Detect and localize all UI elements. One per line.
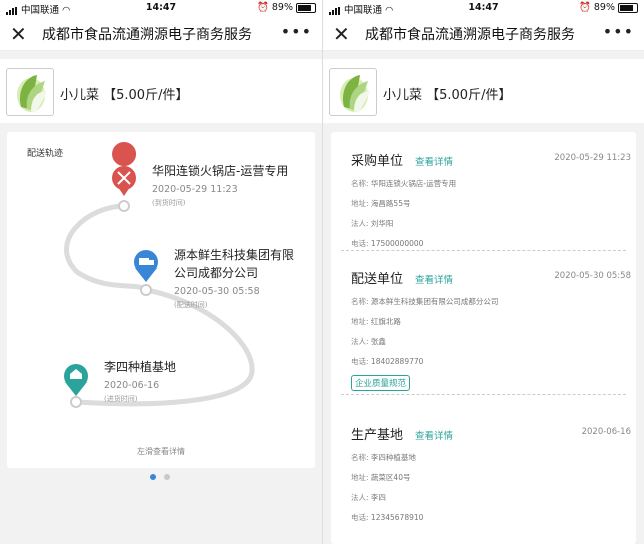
- detail-row: 法人: 张鑫: [351, 337, 386, 346]
- detail-row: 名称: 华阳连锁火锅店-运营专用: [351, 179, 457, 188]
- detail-row: 电话: 17500000000: [351, 239, 424, 248]
- section-date: 2020-05-30 05:58: [554, 271, 631, 281]
- stop-date: 2020-05-30 05:58: [174, 286, 260, 297]
- alarm-icon: ⏰: [257, 2, 269, 13]
- swipe-hint: 左滑查看详情: [137, 447, 185, 456]
- page-dot[interactable]: [164, 474, 170, 480]
- detail-row: 地址: 海昌路55号: [351, 199, 411, 208]
- product-header: 小儿菜 【5.00斤/件】: [0, 59, 322, 123]
- divider: [341, 394, 626, 395]
- detail-row: 电话: 12345678910: [351, 513, 424, 522]
- truck-icon: [134, 250, 158, 282]
- stop-dot: [118, 200, 130, 212]
- close-icon[interactable]: ✕: [333, 22, 350, 46]
- detail-row: 地址: 蔬菜区40号: [351, 473, 411, 482]
- cabbage-icon: [340, 75, 370, 113]
- view-details-link[interactable]: 查看详情: [415, 428, 453, 442]
- detail-row: 电话: 18402889770: [351, 357, 424, 366]
- detail-section-distributor: 配送单位 查看详情 2020-05-30 05:58 名称: 源本鲜生科技集团有限…: [351, 268, 631, 391]
- quality-standard-button[interactable]: 企业质量规范: [351, 375, 411, 391]
- home-icon: [64, 364, 88, 396]
- more-icon[interactable]: •••: [603, 22, 634, 41]
- more-icon[interactable]: •••: [281, 22, 312, 41]
- view-details-link[interactable]: 查看详情: [415, 272, 453, 286]
- stop-note: (到货时间): [152, 199, 186, 207]
- view-details-link[interactable]: 查看详情: [415, 154, 453, 168]
- stop-note: (配送时间): [174, 301, 208, 309]
- nav-bar: ✕ 成都市食品流通溯源电子商务服务 •••: [323, 16, 644, 51]
- stop-1: 华阳连锁火锅店-运营专用 2020-05-29 11:23 (到货时间): [152, 162, 302, 208]
- detail-row: 地址: 红旗北路: [351, 317, 401, 326]
- product-header: 小儿菜 【5.00斤/件】: [323, 59, 644, 123]
- cabbage-icon: [17, 75, 47, 113]
- battery-group: ⏰ 89%: [579, 2, 638, 13]
- battery-icon: [296, 2, 316, 13]
- battery-icon: [618, 2, 638, 13]
- page-indicator[interactable]: [150, 474, 170, 480]
- product-image: [329, 68, 377, 116]
- page-title: 成都市食品流通溯源电子商务服务: [365, 27, 575, 43]
- battery-percent: 89%: [593, 2, 615, 13]
- status-bar: 中国联通 ◠ 14:47 ⏰ 89%: [0, 0, 322, 16]
- stop-name: 李四种植基地: [104, 360, 177, 374]
- detail-row: 名称: 源本鲜生科技集团有限公司成都分公司: [351, 297, 499, 306]
- stop-2: 源本鲜生科技集团有限公司成都分公司 2020-05-30 05:58 (配送时间…: [174, 246, 304, 310]
- page-title: 成都市食品流通溯源电子商务服务: [42, 27, 252, 43]
- detail-section-farm: 生产基地 查看详情 2020-06-16 名称: 李四种植基地 地址: 蔬菜区40…: [351, 424, 631, 523]
- page-dot-active[interactable]: [150, 474, 156, 480]
- section-title: 配送单位: [351, 272, 404, 287]
- stop-dot: [140, 284, 152, 296]
- detail-row: 法人: 刘华阳: [351, 219, 394, 228]
- divider: [341, 250, 626, 251]
- battery-group: ⏰ 89%: [257, 2, 316, 13]
- section-title: 生产基地: [351, 428, 404, 443]
- detail-section-purchaser: 采购单位 查看详情 2020-05-29 11:23 名称: 华阳连锁火锅店-运营…: [351, 150, 631, 249]
- battery-percent: 89%: [271, 2, 293, 13]
- product-name: 小儿菜 【5.00斤/件】: [383, 88, 512, 103]
- utensils-icon: [112, 142, 137, 196]
- detail-row: 法人: 李四: [351, 493, 386, 502]
- track-screen: 中国联通 ◠ 14:47 ⏰ 89% ✕ 成都市食品流通溯源电子商务服务 ••• …: [0, 0, 323, 544]
- status-bar: 中国联通 ◠ 14:47 ⏰ 89%: [323, 0, 644, 16]
- stop-date: 2020-05-29 11:23: [152, 184, 238, 195]
- detail-card: 采购单位 查看详情 2020-05-29 11:23 名称: 华阳连锁火锅店-运营…: [331, 132, 636, 544]
- detail-screen: 中国联通 ◠ 14:47 ⏰ 89% ✕ 成都市食品流通溯源电子商务服务 ••• …: [323, 0, 644, 544]
- section-date: 2020-06-16: [581, 427, 631, 437]
- stop-3: 李四种植基地 2020-06-16 (进货时间): [104, 358, 254, 404]
- detail-row: 名称: 李四种植基地: [351, 453, 416, 462]
- stop-name: 华阳连锁火锅店-运营专用: [152, 164, 289, 178]
- alarm-icon: ⏰: [579, 2, 591, 13]
- section-title: 采购单位: [351, 154, 404, 169]
- stop-name: 源本鲜生科技集团有限公司成都分公司: [174, 248, 295, 280]
- close-icon[interactable]: ✕: [10, 22, 27, 46]
- stop-date: 2020-06-16: [104, 380, 160, 391]
- stop-dot: [70, 396, 82, 408]
- product-name: 小儿菜 【5.00斤/件】: [60, 88, 189, 103]
- nav-bar: ✕ 成都市食品流通溯源电子商务服务 •••: [0, 16, 322, 51]
- section-date: 2020-05-29 11:23: [554, 153, 631, 163]
- product-image: [6, 68, 54, 116]
- track-card[interactable]: 配送轨迹 华阳连锁火锅店-运营专用 2020-05-29 11:23 (到货时间…: [7, 132, 315, 468]
- stop-note: (进货时间): [104, 395, 138, 403]
